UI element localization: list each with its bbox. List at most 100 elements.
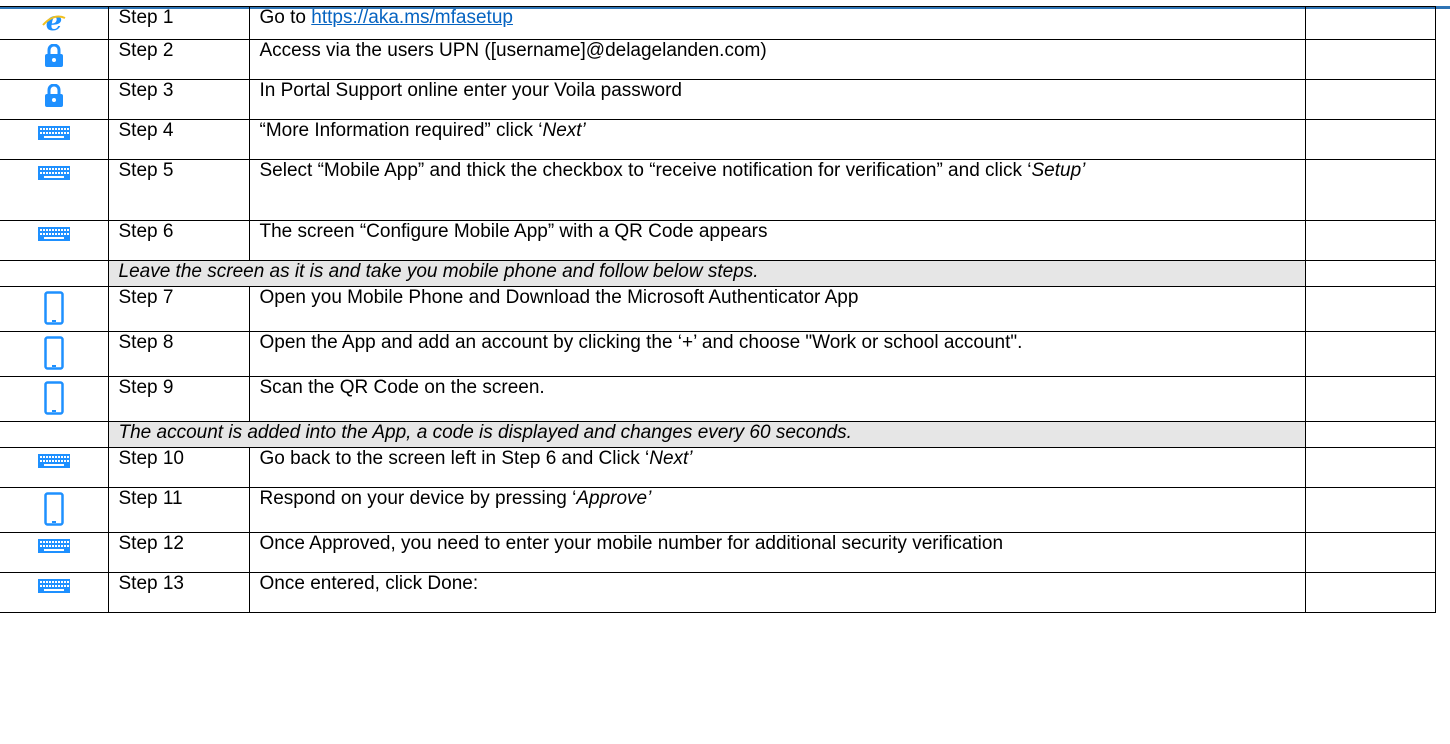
step-text: Scan the QR Code on the screen.	[259, 377, 545, 399]
step-row: Step 2 Access via the users UPN ([usernam…	[0, 39, 1436, 80]
step-description: “More Information required” click ‘Next’	[248, 119, 1306, 160]
blank-cell	[1304, 6, 1436, 40]
mobile-phone-icon	[44, 492, 64, 532]
step-row: Step 6 The screen “Configure Mobile App” …	[0, 220, 1436, 261]
keyboard-icon	[37, 577, 70, 599]
step-row: Step 4 “More Information required” click …	[0, 119, 1436, 160]
keyboard-icon	[37, 452, 70, 474]
step-icon-cell	[0, 532, 109, 573]
keyboard-icon	[37, 537, 70, 559]
step-number: Step 1	[107, 6, 250, 40]
step-icon-cell	[0, 487, 109, 533]
step-description: The screen “Configure Mobile App” with a…	[248, 220, 1306, 261]
step-number: Step 10	[107, 447, 250, 488]
step-text: Access via the users UPN ([username]@del…	[259, 40, 767, 62]
note-row: The account is added into the App, a cod…	[0, 421, 1436, 448]
step-row: Step 13 Once entered, click Done:	[0, 572, 1436, 613]
step-description: In Portal Support online enter your Voil…	[248, 79, 1306, 120]
step-description: Once Approved, you need to enter your mo…	[248, 532, 1306, 573]
step-row: Step 5 Select “Mobile App” and thick the …	[0, 159, 1436, 221]
lock-icon	[44, 83, 64, 114]
step-text: Open the App and add an account by click…	[259, 332, 1023, 354]
step-number: Step 2	[107, 39, 250, 80]
step-row: Step 11 Respond on your device by pressin…	[0, 487, 1436, 533]
step-description: Access via the users UPN ([username]@del…	[248, 39, 1306, 80]
step-icon-cell	[0, 376, 109, 422]
step-text: Once entered, click Done:	[259, 573, 479, 595]
step-number: Step 11	[107, 487, 250, 533]
step-icon-cell	[0, 331, 109, 377]
step-text: Go back to the screen left in Step 6 and…	[259, 448, 650, 470]
emphasized-action: Next’	[542, 120, 586, 142]
blank-cell	[1304, 220, 1436, 261]
step-description: Open the App and add an account by click…	[248, 331, 1306, 377]
step-icon-cell	[0, 572, 109, 613]
step-description: Go back to the screen left in Step 6 and…	[248, 447, 1306, 488]
step-description: Select “Mobile App” and thick the checkb…	[248, 159, 1306, 221]
step-description: Go to https://aka.ms/mfasetup	[248, 6, 1306, 40]
step-row: e Step 1 Go to https://aka.ms/mfasetup	[0, 6, 1436, 40]
step-number: Step 13	[107, 572, 250, 613]
step-number: Step 8	[107, 331, 250, 377]
blank-cell	[1304, 447, 1436, 488]
step-number: Step 5	[107, 159, 250, 221]
step-text: The screen “Configure Mobile App” with a…	[259, 221, 768, 243]
emphasized-action: Next’	[649, 448, 693, 470]
blank-cell	[1304, 79, 1436, 120]
keyboard-icon	[37, 164, 70, 186]
step-number: Step 9	[107, 376, 250, 422]
step-row: Step 12 Once Approved, you need to enter …	[0, 532, 1436, 573]
step-text: Open you Mobile Phone and Download the M…	[259, 287, 859, 309]
step-number: Step 12	[107, 532, 250, 573]
blank-cell	[1304, 376, 1436, 422]
step-number: Step 4	[107, 119, 250, 160]
step-number: Step 3	[107, 79, 250, 120]
empty-icon-cell	[0, 421, 108, 448]
step-icon-cell	[0, 159, 109, 221]
step-text: Go to	[259, 7, 312, 29]
blank-cell	[1304, 260, 1436, 287]
step-description: Once entered, click Done:	[248, 572, 1306, 613]
blank-cell	[1304, 572, 1436, 613]
mobile-phone-icon	[44, 381, 64, 421]
instruction-note: Leave the screen as it is and take you m…	[107, 260, 1306, 287]
step-number: Step 7	[107, 286, 250, 332]
ie-browser-icon: e	[41, 8, 67, 39]
keyboard-icon	[37, 225, 70, 247]
step-description: Open you Mobile Phone and Download the M…	[248, 286, 1306, 332]
blank-cell	[1304, 487, 1436, 533]
instruction-note: The account is added into the App, a cod…	[107, 421, 1306, 448]
step-text: Select “Mobile App” and thick the checkb…	[259, 160, 1032, 182]
keyboard-icon	[37, 124, 70, 146]
blank-cell	[1304, 119, 1436, 160]
step-icon-cell	[0, 79, 109, 120]
mfa-setup-link[interactable]: https://aka.ms/mfasetup	[311, 8, 513, 29]
mfa-setup-steps-table: e Step 1 Go to https://aka.ms/mfasetup Step…	[0, 6, 1436, 613]
step-row: Step 3 In Portal Support online enter you…	[0, 79, 1436, 120]
note-row: Leave the screen as it is and take you m…	[0, 260, 1436, 287]
step-row: Step 8 Open the App and add an account by…	[0, 331, 1436, 377]
step-row: Step 10 Go back to the screen left in Ste…	[0, 447, 1436, 488]
svg-text:e: e	[45, 11, 62, 33]
blank-cell	[1304, 286, 1436, 332]
emphasized-action: Setup’	[1031, 160, 1086, 182]
lock-icon	[44, 43, 64, 74]
mobile-phone-icon	[44, 291, 64, 331]
step-icon-cell	[0, 119, 109, 160]
step-row: Step 7 Open you Mobile Phone and Download…	[0, 286, 1436, 332]
blank-cell	[1304, 532, 1436, 573]
mobile-phone-icon	[44, 336, 64, 376]
step-icon-cell	[0, 447, 109, 488]
step-text: Respond on your device by pressing ‘	[259, 488, 577, 510]
step-icon-cell	[0, 220, 109, 261]
step-number: Step 6	[107, 220, 250, 261]
empty-icon-cell	[0, 260, 108, 287]
step-icon-cell	[0, 286, 109, 332]
step-text: “More Information required” click ‘	[259, 120, 543, 142]
step-row: Step 9 Scan the QR Code on the screen.	[0, 376, 1436, 422]
step-text: Once Approved, you need to enter your mo…	[259, 533, 1004, 555]
step-description: Scan the QR Code on the screen.	[248, 376, 1306, 422]
blank-cell	[1304, 159, 1436, 221]
emphasized-action: Approve’	[576, 488, 652, 510]
blank-cell	[1304, 39, 1436, 80]
